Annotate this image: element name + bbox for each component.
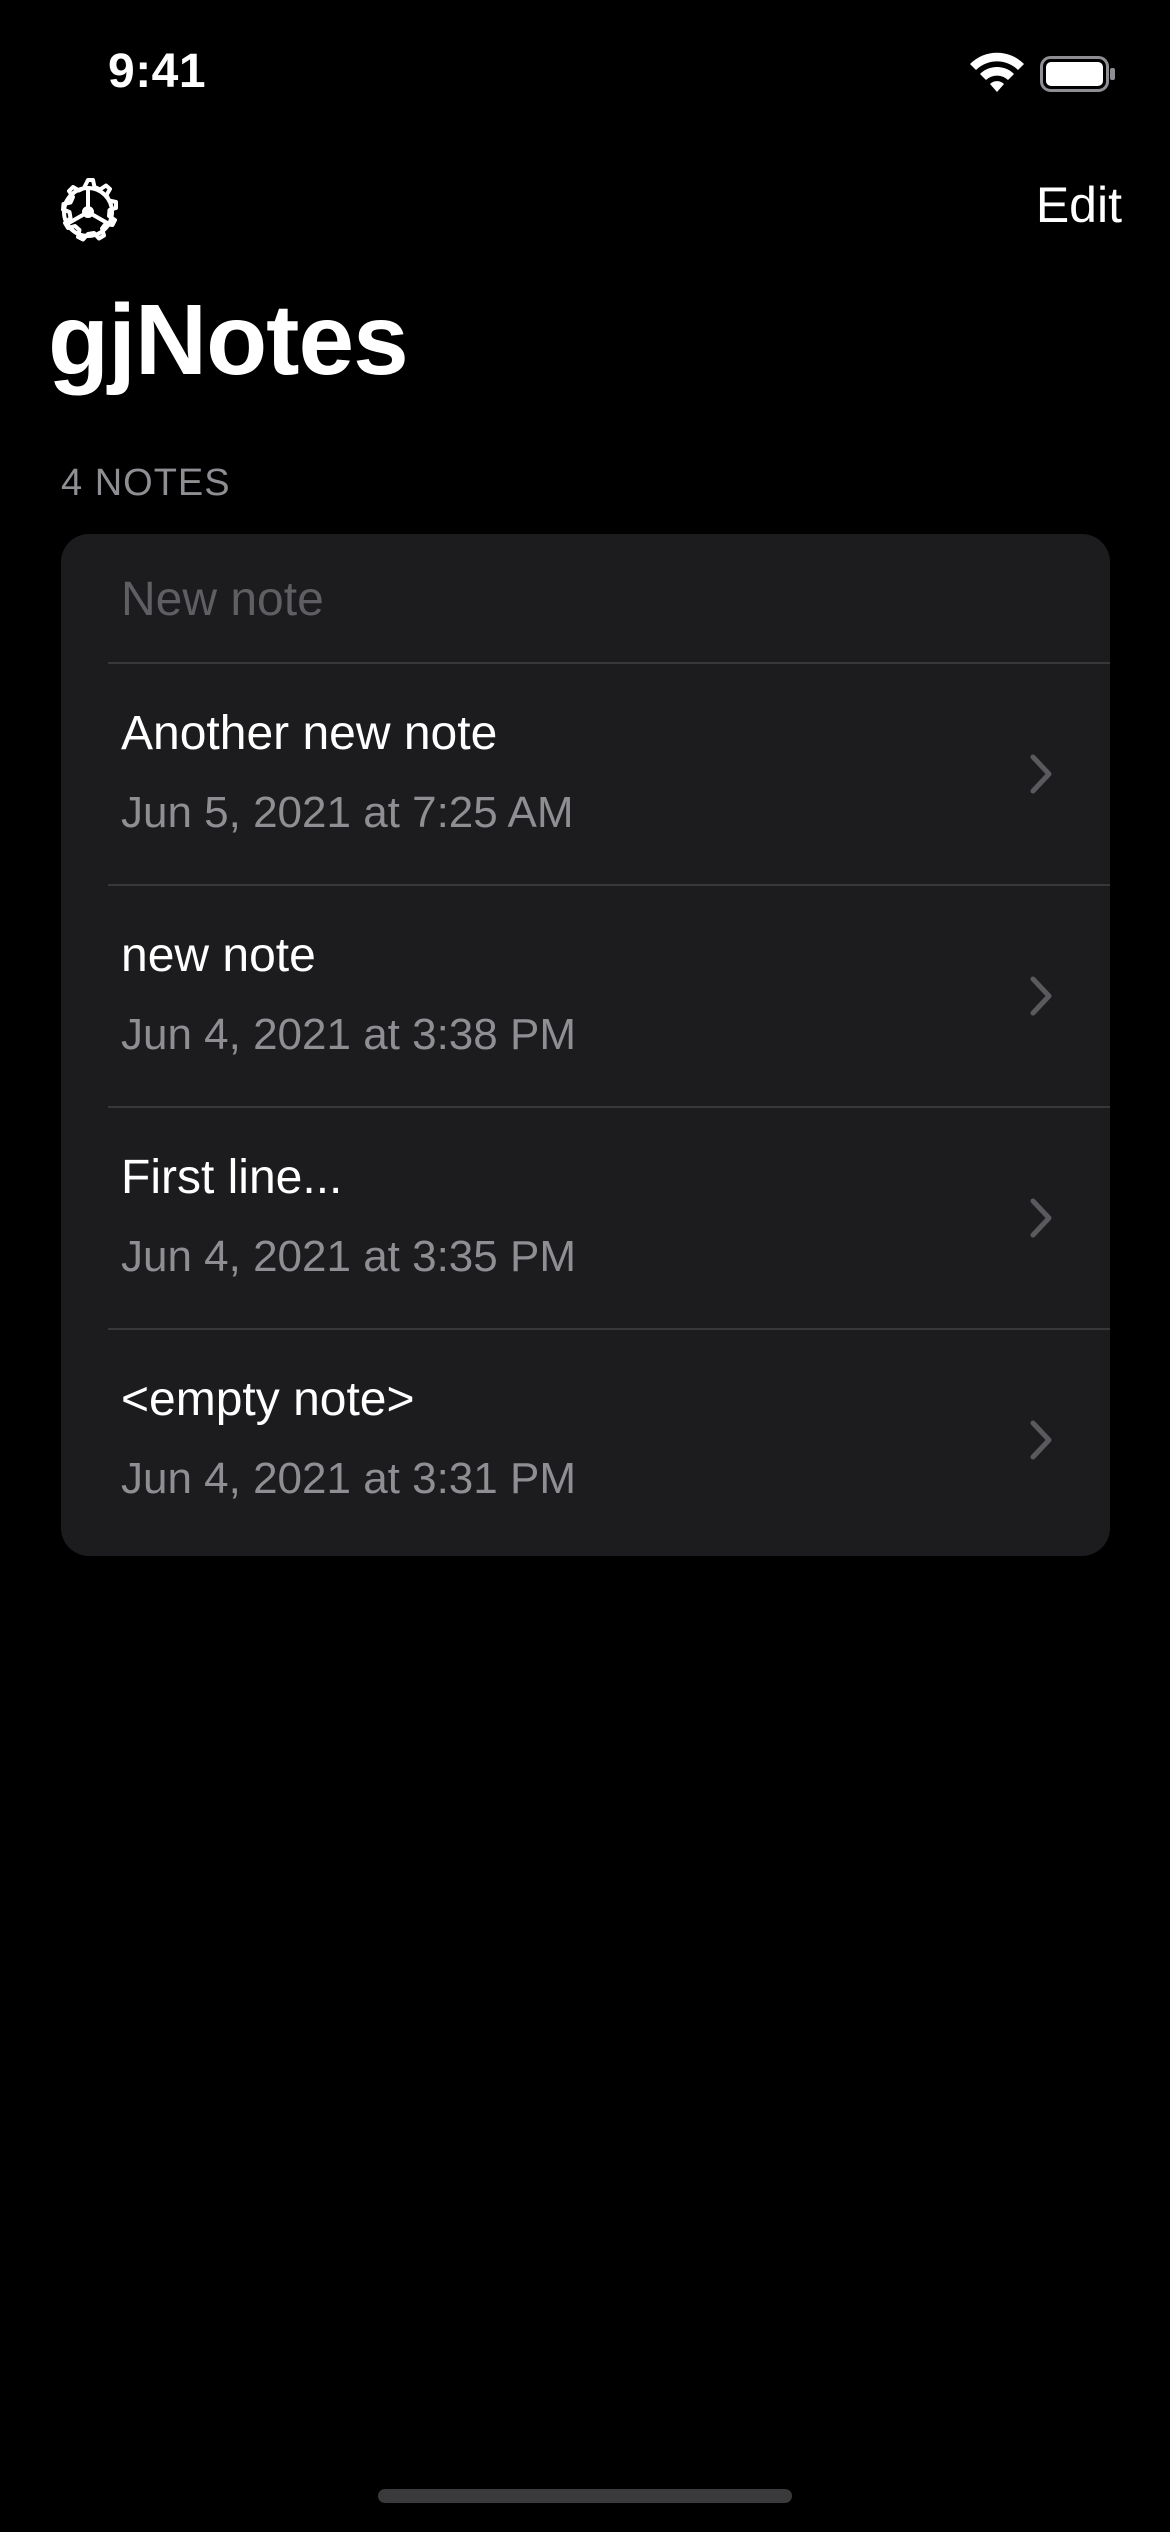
note-date: Jun 5, 2021 at 7:25 AM xyxy=(121,788,574,837)
status-time: 9:41 xyxy=(108,45,207,98)
note-title: Another new note xyxy=(121,707,498,760)
chevron-right-icon xyxy=(1030,1198,1052,1238)
note-title: new note xyxy=(121,929,316,982)
battery-icon xyxy=(1040,56,1115,92)
notes-list: Another new note Jun 5, 2021 at 7:25 AM … xyxy=(61,534,1110,1556)
note-title: <empty note> xyxy=(121,1373,415,1426)
note-row[interactable]: <empty note> Jun 4, 2021 at 3:31 PM xyxy=(61,1330,1110,1552)
note-date: Jun 4, 2021 at 3:38 PM xyxy=(121,1010,576,1059)
home-indicator[interactable] xyxy=(378,2489,792,2503)
note-date: Jun 4, 2021 at 3:31 PM xyxy=(121,1454,576,1503)
chevron-right-icon xyxy=(1030,754,1052,794)
new-note-row xyxy=(61,534,1110,664)
wifi-icon xyxy=(970,52,1024,92)
note-date: Jun 4, 2021 at 3:35 PM xyxy=(121,1232,576,1281)
edit-button[interactable]: Edit xyxy=(1036,176,1122,234)
notes-count-header: 4 NOTES xyxy=(61,462,231,504)
note-row[interactable]: Another new note Jun 5, 2021 at 7:25 AM xyxy=(61,664,1110,886)
status-bar: 9:41 xyxy=(0,0,1170,140)
page-title: gjNotes xyxy=(48,284,409,396)
new-note-input[interactable] xyxy=(121,564,1021,634)
note-title: First line... xyxy=(121,1151,343,1204)
note-row[interactable]: First line... Jun 4, 2021 at 3:35 PM xyxy=(61,1108,1110,1330)
chevron-right-icon xyxy=(1030,1420,1052,1460)
note-row[interactable]: new note Jun 4, 2021 at 3:38 PM xyxy=(61,886,1110,1108)
chevron-right-icon xyxy=(1030,976,1052,1016)
notes-screen: 9:41 Edit gjNotes 4 NOTES New note Anoth… xyxy=(0,0,1170,2532)
settings-button[interactable] xyxy=(48,172,128,252)
gear-icon xyxy=(61,178,118,242)
